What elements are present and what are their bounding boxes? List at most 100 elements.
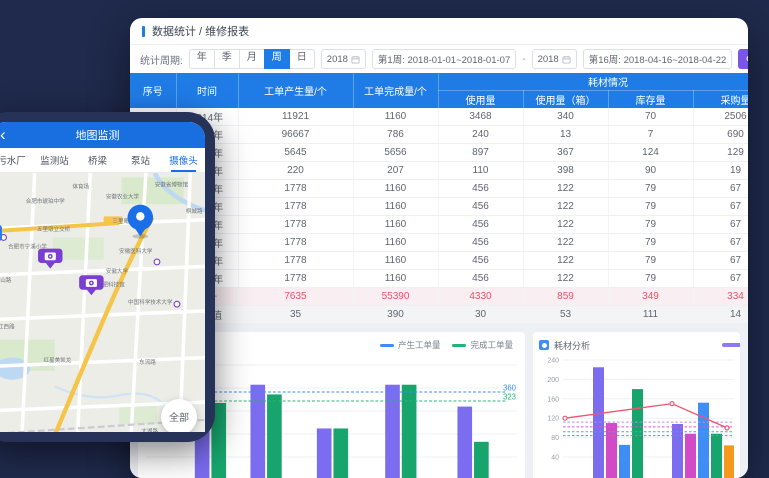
table-cell: 19	[693, 162, 748, 180]
table-cell: 53	[523, 306, 608, 324]
table-cell: 122	[523, 180, 608, 198]
breadcrumb-bar: 数据统计 / 维修报表	[130, 18, 748, 45]
poi-marker-icon[interactable]	[154, 259, 160, 265]
table-cell: 67	[693, 270, 748, 288]
legend-dash	[452, 344, 466, 347]
map-label: 三里庵	[113, 217, 130, 225]
table-cell: 1160	[353, 216, 438, 234]
table-row: 42017年2202071103989019	[130, 162, 748, 180]
table-cell: 240	[438, 126, 523, 144]
week-range-to[interactable]: 第16周: 2018-04-16~2018-04-22	[583, 49, 733, 69]
period-option-月[interactable]: 月	[239, 49, 265, 69]
table-cell: 1160	[353, 198, 438, 216]
period-option-季[interactable]: 季	[214, 49, 240, 69]
table-cell: 1160	[353, 234, 438, 252]
table-cell: 79	[608, 216, 693, 234]
period-segmented-control: 年季月周日	[189, 49, 315, 69]
tab-监测站[interactable]: 监测站	[33, 148, 76, 172]
consumable-chart-legend	[722, 343, 740, 347]
table-cell: 1160	[353, 252, 438, 270]
table-cell: 207	[353, 162, 438, 180]
table-cell: 122	[523, 234, 608, 252]
svg-text:360: 360	[503, 383, 517, 392]
svg-text:323: 323	[503, 392, 517, 401]
table-total-row: 合计7635553904330859349334	[130, 288, 748, 306]
table-cell: 67	[693, 252, 748, 270]
table-cell: 67	[693, 216, 748, 234]
tab-摄像头[interactable]: 摄像头	[162, 148, 205, 172]
table-cell: 1160	[353, 180, 438, 198]
map-label: 红星美凯龙	[44, 356, 72, 364]
col-header-time: 时间	[176, 73, 238, 108]
show-all-button[interactable]: 全部	[161, 399, 197, 432]
table-cell: 13	[523, 126, 608, 144]
filter-toolbar: 统计周期: 年季月周日 2018 第1周: 2018-01-01~2018-01…	[130, 45, 748, 73]
table-cell: 390	[353, 306, 438, 324]
table-row: 72020年177811604561227967	[130, 216, 748, 234]
breadcrumb: 数据统计 / 维修报表	[152, 23, 249, 39]
tab-泵站[interactable]: 泵站	[119, 148, 162, 172]
table-cell: 456	[438, 198, 523, 216]
breadcrumb-accent	[142, 26, 145, 37]
table-cell: 124	[608, 144, 693, 162]
table-cell: 1778	[238, 198, 353, 216]
table-cell: 30	[438, 306, 523, 324]
col-subheader: 采购量	[693, 91, 748, 109]
map-label: 体育场	[72, 183, 89, 191]
table-cell: 79	[608, 198, 693, 216]
period-option-周[interactable]: 周	[264, 49, 290, 69]
search-button[interactable]: 查询	[738, 49, 748, 69]
week-range-from[interactable]: 第1周: 2018-01-01~2018-01-07	[372, 49, 516, 69]
table-cell: 122	[523, 270, 608, 288]
map-label: 安徽医科大学	[119, 247, 153, 255]
svg-text:120: 120	[547, 416, 559, 423]
map-container[interactable]: 体育场安徽农业大学合肥市琥珀中学安徽省博物馆桐城路五里墩立交桥三里庵合肥市宁溪小…	[0, 173, 205, 432]
phone-header: ‹ 地图监测	[0, 122, 205, 148]
back-chevron-icon[interactable]: ‹	[0, 123, 6, 147]
map-label: 安徽大学	[106, 267, 129, 275]
table-row: 22015年96667786240137690	[130, 126, 748, 144]
year-select-from[interactable]: 2018	[321, 49, 366, 69]
poi-marker-icon[interactable]	[174, 301, 180, 307]
table-cell: 897	[438, 144, 523, 162]
map-label: 桐城路	[186, 207, 203, 215]
period-option-日[interactable]: 日	[289, 49, 315, 69]
table-cell: 7635	[238, 288, 353, 306]
map-label: 中国科学技术大学	[128, 298, 173, 306]
table-cell: 96667	[238, 126, 353, 144]
table-cell: 456	[438, 234, 523, 252]
phone-tab-bar: 污水厂监测站桥梁泵站摄像头	[0, 148, 205, 173]
table-cell: 1778	[238, 180, 353, 198]
table-cell: 55390	[353, 288, 438, 306]
map-expand-button[interactable]: ›	[0, 225, 2, 241]
table-cell: 110	[438, 162, 523, 180]
table-cell: 349	[608, 288, 693, 306]
phone-screen: ‹ 地图监测 污水厂监测站桥梁泵站摄像头	[0, 122, 205, 432]
table-cell: 7	[608, 126, 693, 144]
table-cell: 122	[523, 252, 608, 270]
legend-dash	[380, 344, 394, 347]
col-subheader: 使用量	[438, 91, 523, 109]
table-cell: 111	[608, 306, 693, 324]
map-label: 五里墩立交桥	[37, 225, 71, 233]
map-label: 安徽农业大学	[106, 193, 140, 201]
report-table: 序号 时间 工单产生量/个 工单完成量/个 耗材情况 使用量使用量（箱）库存量采…	[130, 73, 748, 324]
legend-label: 产生工单量	[398, 339, 441, 351]
map-label: 合肥市琥珀中学	[26, 197, 65, 205]
table-row: 52018年177811604561227967	[130, 180, 748, 198]
calendar-icon	[351, 55, 360, 64]
table-cell: 14	[693, 306, 748, 324]
table-cell: 456	[438, 216, 523, 234]
year-select-to[interactable]: 2018	[532, 49, 577, 69]
period-option-年[interactable]: 年	[189, 49, 215, 69]
table-cell: 340	[523, 108, 608, 126]
table-cell: 5656	[353, 144, 438, 162]
table-cell: 398	[523, 162, 608, 180]
table-cell: 1778	[238, 252, 353, 270]
legend-label: 完成工单量	[470, 339, 513, 351]
table-cell: 122	[523, 198, 608, 216]
tab-桥梁[interactable]: 桥梁	[76, 148, 119, 172]
svg-text:240: 240	[547, 358, 559, 365]
tab-污水厂[interactable]: 污水厂	[0, 148, 33, 172]
col-subheader: 库存量	[608, 91, 693, 109]
